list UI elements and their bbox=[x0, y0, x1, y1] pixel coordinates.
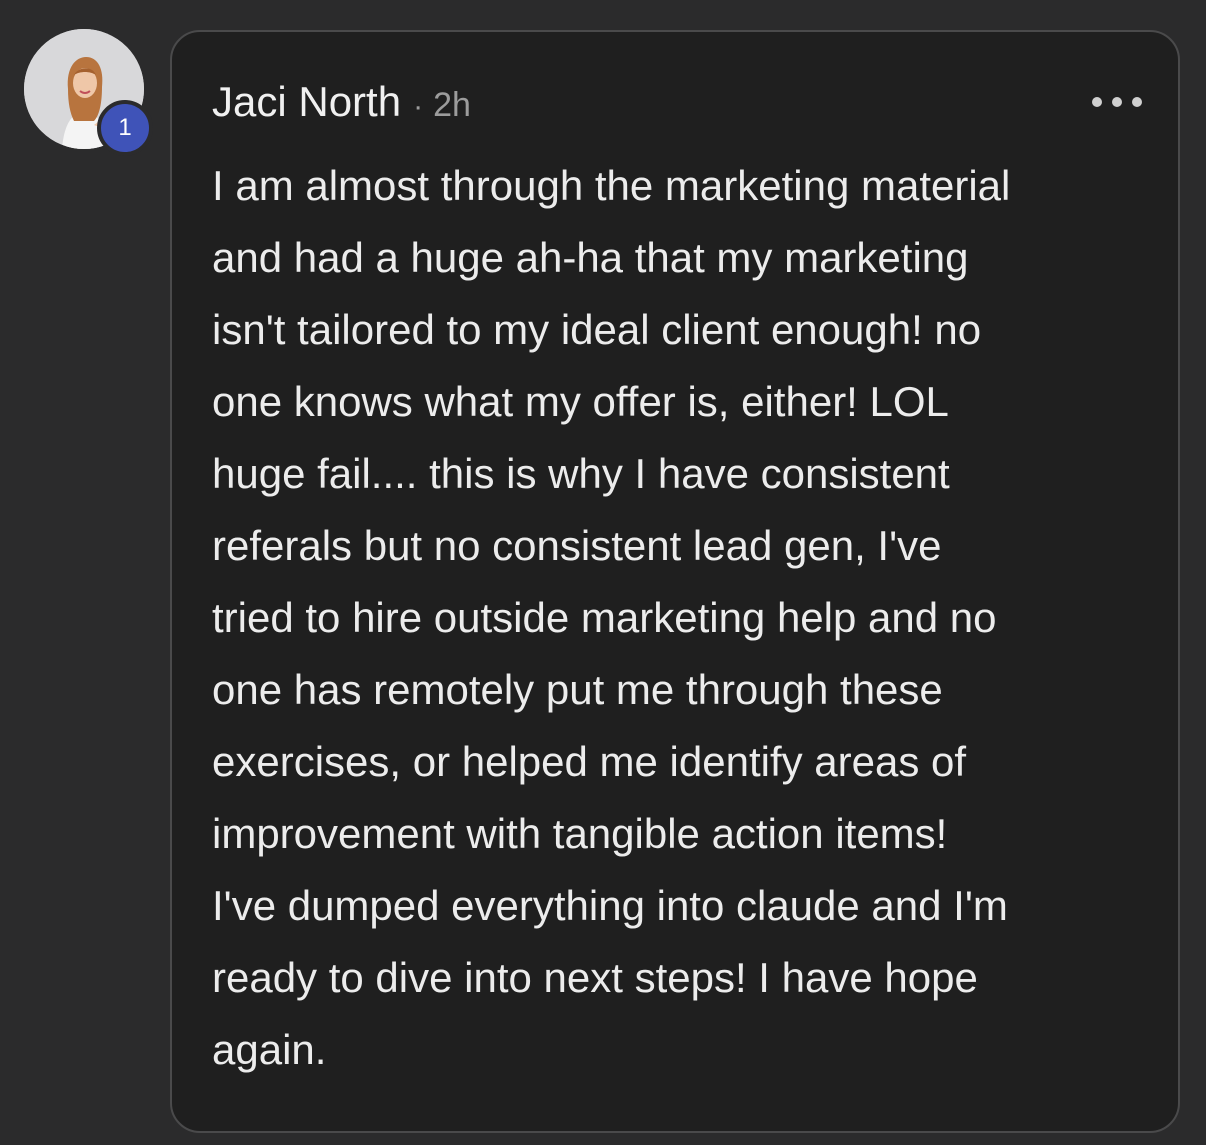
author-name[interactable]: Jaci North bbox=[212, 76, 401, 128]
level-badge: 1 bbox=[97, 100, 153, 156]
more-horizontal-icon bbox=[1112, 97, 1122, 107]
more-options-button[interactable] bbox=[1092, 90, 1142, 114]
separator-dot: · bbox=[413, 90, 424, 123]
more-horizontal-icon bbox=[1132, 97, 1142, 107]
comment-body: I am almost through the marketing materi… bbox=[212, 162, 1011, 1073]
avatar-container[interactable]: 1 bbox=[24, 29, 153, 156]
timestamp[interactable]: 2h bbox=[433, 86, 471, 125]
comment-header: Jaci North · 2h bbox=[212, 76, 471, 128]
more-horizontal-icon bbox=[1092, 97, 1102, 107]
comment-card: Jaci North · 2h I am almost through the … bbox=[170, 30, 1180, 1133]
